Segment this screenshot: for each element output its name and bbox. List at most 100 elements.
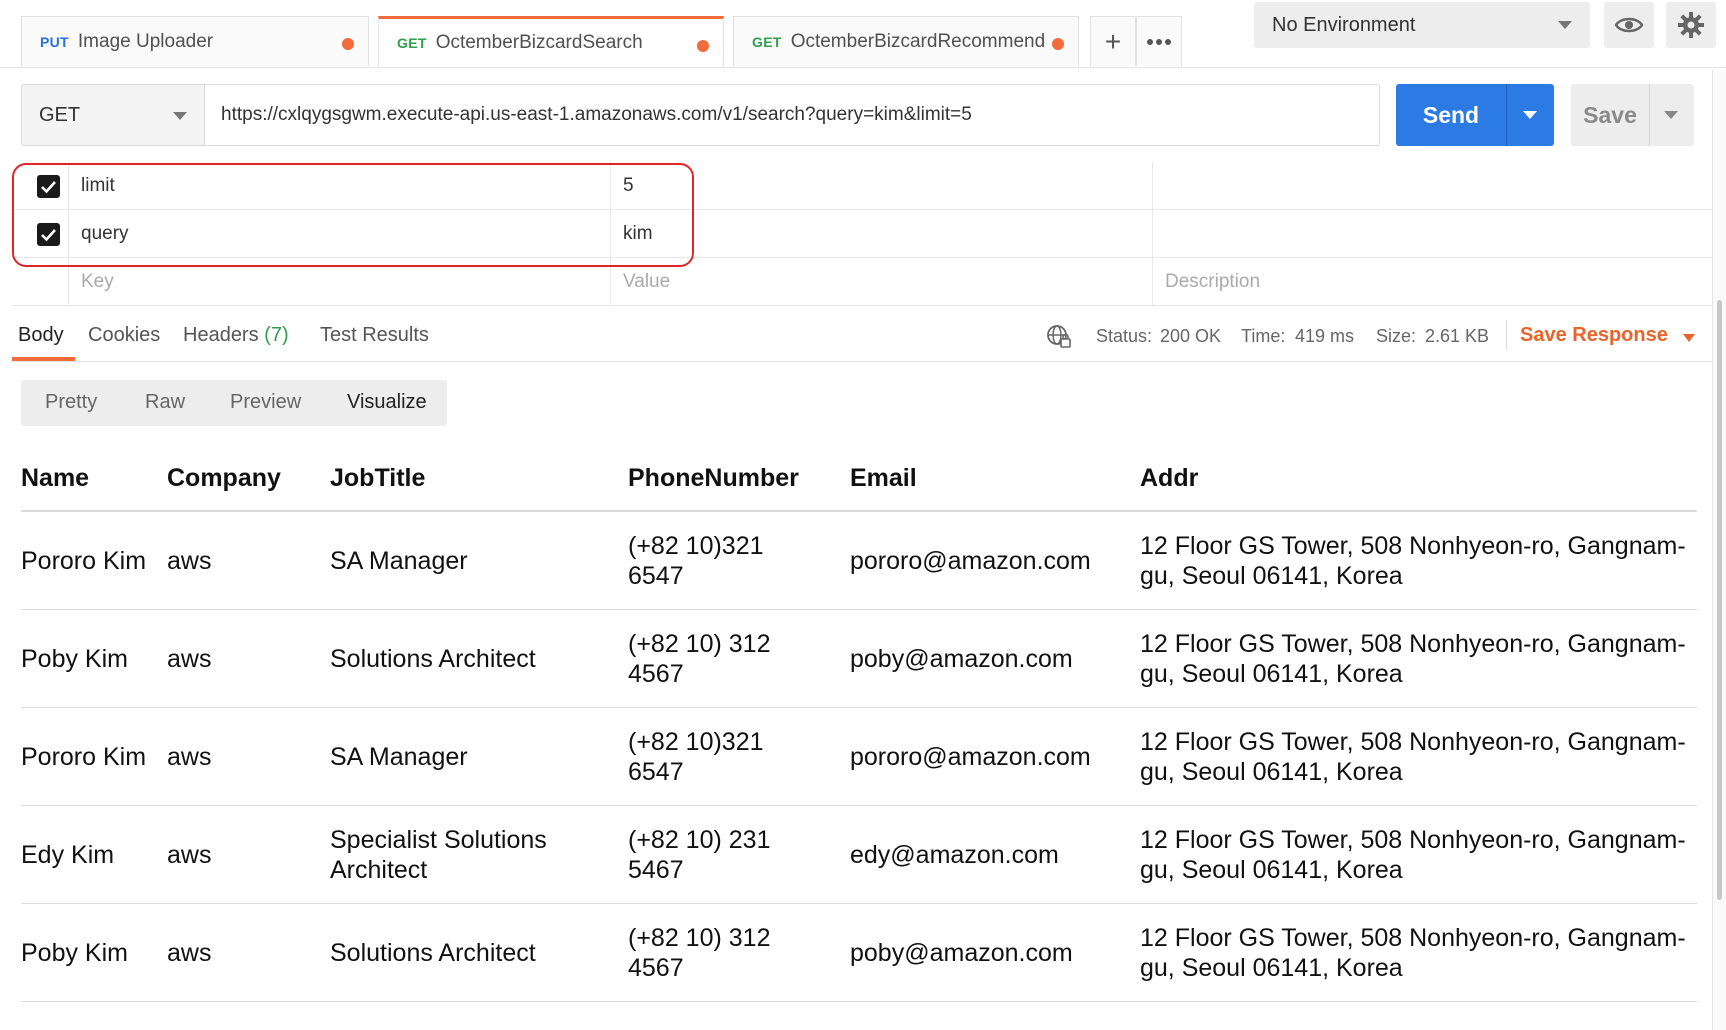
view-visualize-button[interactable]: Visualize: [347, 391, 427, 414]
tab-title: OctemberBizcardRecommend: [790, 30, 1046, 52]
cell-name: Edy Kim: [21, 841, 115, 869]
cell-phonenumber: (+82 10) 231 5467: [628, 826, 771, 884]
save-split-divider: [1649, 84, 1650, 146]
param-description[interactable]: [1153, 210, 1713, 258]
cell-email: pororo@amazon.com: [850, 547, 1091, 575]
param-checkbox[interactable]: [37, 175, 60, 198]
divider: [1506, 320, 1507, 350]
view-mode-switcher: Pretty Raw Preview Visualize: [21, 380, 447, 426]
tab-method: GET: [397, 34, 427, 51]
param-key-placeholder[interactable]: Key: [69, 258, 611, 306]
param-row: limit 5: [12, 162, 1712, 210]
cell-jobtitle: SA Manager: [330, 547, 468, 575]
cell-company: aws: [167, 645, 212, 673]
cell-email: pororo@amazon.com: [850, 743, 1091, 771]
table-row: Pororo Kim aws SA Manager (+82 10)321 65…: [21, 708, 1697, 806]
send-button[interactable]: Send: [1396, 84, 1554, 146]
cell-email: poby@amazon.com: [850, 645, 1073, 673]
cell-addr: 12 Floor GS Tower, 508 Nonhyeon-ro, Gang…: [1140, 630, 1686, 688]
cell-addr: 12 Floor GS Tower, 508 Nonhyeon-ro, Gang…: [1140, 826, 1686, 884]
active-tab-indicator: [12, 357, 75, 361]
unsaved-dot-icon: [1052, 38, 1064, 50]
cell-addr: 12 Floor GS Tower, 508 Nonhyeon-ro, Gang…: [1140, 532, 1686, 590]
environment-label: No Environment: [1272, 13, 1416, 36]
param-value[interactable]: kim: [611, 210, 1153, 258]
new-tab-button[interactable]: +: [1090, 16, 1136, 66]
view-pretty-button[interactable]: Pretty: [45, 391, 97, 414]
column-header-phonenumber: PhoneNumber: [628, 464, 799, 492]
scrollbar-thumb[interactable]: [1717, 300, 1722, 900]
cell-addr: 12 Floor GS Tower, 508 Nonhyeon-ro, Gang…: [1140, 728, 1686, 786]
time-label: Time:: [1241, 326, 1286, 346]
chevron-down-icon: [173, 112, 187, 120]
column-header-jobtitle: JobTitle: [330, 464, 426, 492]
table-header: Name Company JobTitle PhoneNumber Email …: [21, 450, 1697, 512]
column-header-email: Email: [850, 464, 917, 492]
query-params-table: limit 5 query kim Key Value Description: [12, 162, 1712, 306]
param-enable-cell: [12, 162, 69, 210]
time-value[interactable]: 419 ms: [1295, 326, 1354, 347]
environment-quick-look-button[interactable]: [1604, 2, 1654, 48]
network-globe-icon[interactable]: [1046, 324, 1072, 355]
cell-company: aws: [167, 547, 212, 575]
cell-phonenumber: (+82 10)321 6547: [628, 532, 764, 590]
cell-phonenumber: (+82 10) 312 4567: [628, 630, 771, 688]
chevron-down-icon[interactable]: [1683, 334, 1695, 342]
save-options-chevron-icon[interactable]: [1664, 111, 1678, 119]
cell-name: Poby Kim: [21, 645, 128, 673]
param-value[interactable]: 5: [611, 162, 1153, 210]
request-tab-bar: PUT Image Uploader GET OctemberBizcardSe…: [0, 0, 1726, 68]
param-key[interactable]: limit: [69, 162, 611, 210]
unsaved-dot-icon: [342, 38, 354, 50]
tab-body[interactable]: Body: [18, 324, 64, 347]
cell-company: aws: [167, 743, 212, 771]
size-label: Size:: [1376, 326, 1417, 346]
param-checkbox[interactable]: [37, 223, 60, 246]
url-input[interactable]: https://cxlqygsgwm.execute-api.us-east-1…: [204, 84, 1380, 146]
tab-headers[interactable]: Headers (7): [183, 324, 289, 347]
param-value-placeholder[interactable]: Value: [611, 258, 1153, 306]
cell-company: aws: [167, 841, 212, 869]
chevron-down-icon: [1558, 21, 1572, 29]
checkmark-icon: [41, 181, 56, 194]
param-description-placeholder[interactable]: Description: [1153, 258, 1713, 306]
eye-icon: [1615, 17, 1643, 33]
tab-image-uploader[interactable]: PUT Image Uploader: [21, 16, 369, 66]
column-header-name: Name: [21, 464, 90, 492]
save-response-button[interactable]: Save Response: [1520, 324, 1668, 347]
environment-select[interactable]: No Environment: [1254, 2, 1590, 48]
tab-octemberbizcardrecommend[interactable]: GET OctemberBizcardRecommend: [733, 16, 1079, 66]
column-header-addr: Addr: [1140, 464, 1199, 492]
tab-octemberbizcardsearch[interactable]: GET OctemberBizcardSearch: [378, 16, 724, 66]
table-row: Pororo Kim aws SA Manager (+82 10)321 65…: [21, 512, 1697, 610]
cell-company: aws: [167, 939, 212, 967]
param-enable-cell: [12, 210, 69, 258]
url-text: https://cxlqygsgwm.execute-api.us-east-1…: [221, 104, 972, 125]
param-description[interactable]: [1153, 162, 1713, 210]
view-preview-button[interactable]: Preview: [230, 391, 301, 414]
settings-button[interactable]: [1666, 2, 1716, 48]
param-enable-cell: [12, 258, 69, 306]
param-key[interactable]: query: [69, 210, 611, 258]
checkmark-icon: [41, 229, 56, 242]
send-split-divider: [1506, 84, 1507, 146]
table-row: Edy Kim aws Specialist Solutions Archite…: [21, 806, 1697, 904]
headers-count: (7): [264, 324, 289, 346]
send-label: Send: [1422, 101, 1480, 128]
save-button[interactable]: Save: [1571, 84, 1694, 146]
cell-phonenumber: (+82 10) 312 4567: [628, 924, 771, 982]
tab-test-results[interactable]: Test Results: [320, 324, 429, 347]
cell-addr: 12 Floor GS Tower, 508 Nonhyeon-ro, Gang…: [1140, 924, 1686, 982]
http-method-select[interactable]: GET: [21, 84, 205, 146]
response-tab-bar: Body Cookies Headers (7) Test Results St…: [12, 312, 1712, 362]
status-value[interactable]: 200 OK: [1160, 326, 1221, 347]
tab-options-button[interactable]: [1136, 16, 1182, 66]
param-row-new: Key Value Description: [12, 258, 1712, 306]
tab-cookies[interactable]: Cookies: [88, 324, 160, 347]
column-header-company: Company: [167, 464, 281, 492]
tab-title: Image Uploader: [77, 30, 214, 52]
size-value[interactable]: 2.61 KB: [1425, 326, 1489, 347]
view-raw-button[interactable]: Raw: [145, 391, 185, 414]
table-row: Poby Kim aws Solutions Architect (+82 10…: [21, 610, 1697, 708]
send-options-chevron-icon[interactable]: [1523, 111, 1537, 119]
